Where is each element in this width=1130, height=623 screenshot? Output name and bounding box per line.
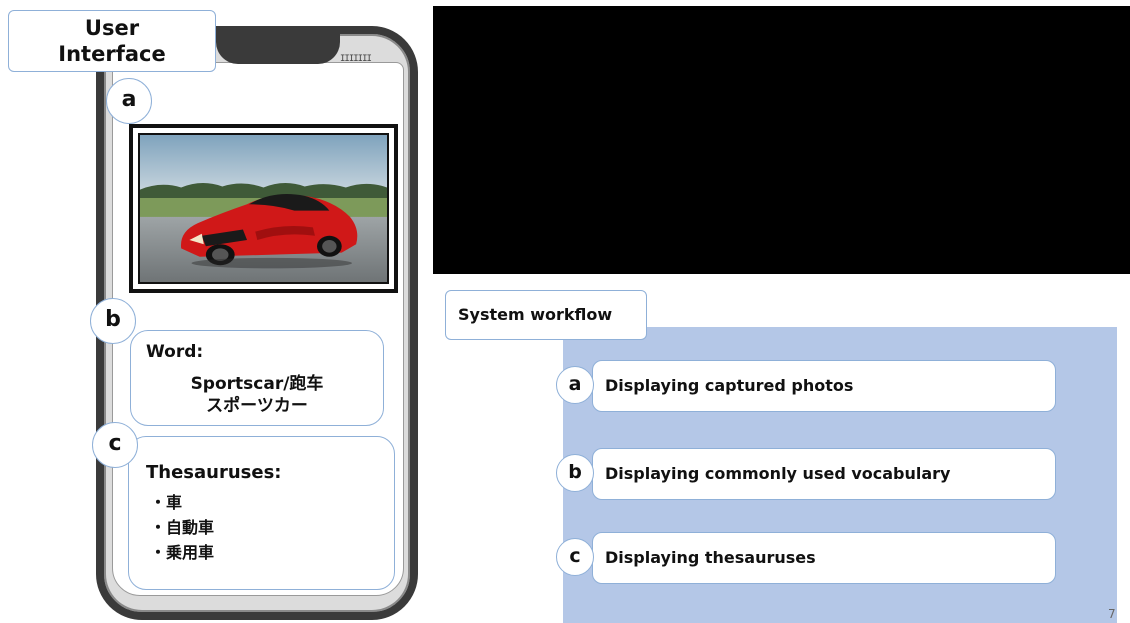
workflow-label-c-badge: c: [556, 538, 594, 576]
page-number: 7: [1108, 607, 1116, 621]
word-label: Word:: [146, 342, 204, 362]
workflow-step-a: Displaying captured photos: [592, 360, 1056, 412]
thesaurus-item: ・乗用車: [150, 543, 215, 562]
label-c-badge: c: [92, 422, 138, 468]
label-a-badge: a: [106, 78, 152, 124]
workflow-step-b: Displaying commonly used vocabulary: [592, 448, 1056, 500]
word-value-ja: スポーツカー: [206, 396, 308, 416]
video-panel: [433, 6, 1130, 274]
workflow-label-b-badge: b: [556, 454, 594, 492]
workflow-step-c: Displaying thesauruses: [592, 532, 1056, 584]
label-b-badge: b: [90, 298, 136, 344]
car-image-icon: [140, 135, 387, 282]
workflow-title: System workflow: [445, 290, 647, 340]
thesaurus-item: ・車: [150, 493, 183, 512]
captured-photo-frame[interactable]: [129, 124, 398, 293]
signal-indicator-icon: IIIIIII: [340, 54, 372, 64]
thesaurus-item: ・自動車: [150, 518, 215, 537]
ui-section-title: User Interface: [8, 10, 216, 72]
sports-car-photo: [138, 133, 389, 284]
phone-notch: [216, 34, 340, 64]
thesaurus-panel: [128, 436, 395, 590]
ui-title-line-1: User: [84, 16, 140, 40]
ui-title-line-2: Interface: [58, 42, 166, 66]
workflow-label-a-badge: a: [556, 366, 594, 404]
thesaurus-label: Thesauruses:: [146, 462, 282, 483]
